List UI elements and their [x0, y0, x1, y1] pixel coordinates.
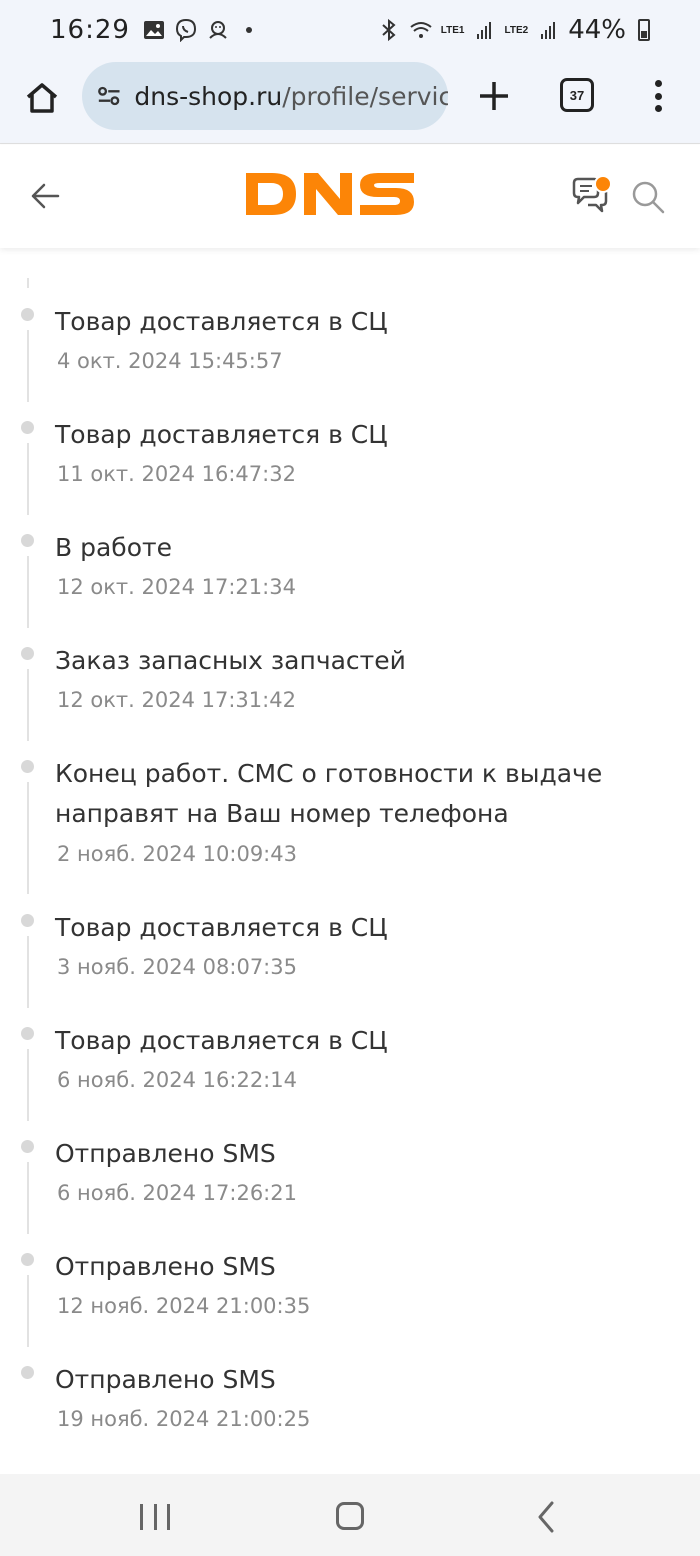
search-icon[interactable] [630, 179, 666, 215]
timeline-dot [21, 421, 34, 434]
more-menu-icon[interactable] [648, 74, 668, 118]
new-tab-icon[interactable] [474, 76, 514, 116]
timeline-dot [21, 308, 34, 321]
back-arrow-icon[interactable] [28, 179, 62, 213]
timeline-dot [21, 534, 34, 547]
timeline-dot [21, 914, 34, 927]
status-title: Товар доставляется в СЦ [55, 913, 388, 942]
status-date: 12 нояб. 2024 21:00:35 [57, 1294, 311, 1318]
dns-logo[interactable] [244, 171, 416, 217]
url-bar[interactable]: dns-shop.ru/profile/service [82, 62, 448, 130]
status-date: 19 нояб. 2024 21:00:25 [57, 1407, 311, 1431]
timeline-dot [21, 1253, 34, 1266]
timeline-line [27, 936, 29, 1008]
status-date: 6 нояб. 2024 17:26:21 [57, 1181, 297, 1205]
timeline-dot [21, 647, 34, 660]
status-date: 12 окт. 2024 17:21:34 [57, 575, 296, 599]
recents-icon[interactable] [140, 1504, 170, 1530]
timeline-line [27, 1275, 29, 1347]
status-title: Отправлено SMS [55, 1139, 276, 1168]
system-navigation-bar [0, 1474, 700, 1556]
status-title: В работе [55, 533, 172, 562]
status-bar: 16:29 LTE1 LTE2 44% [0, 0, 700, 60]
status-title: Отправлено SMS [55, 1365, 276, 1394]
home-nav-icon[interactable] [336, 1502, 364, 1530]
home-icon[interactable] [22, 78, 62, 118]
gallery-icon [142, 18, 166, 42]
status-title: Товар доставляется в СЦ [55, 307, 388, 336]
timeline-line [27, 1049, 29, 1121]
site-settings-icon[interactable] [96, 82, 122, 110]
viber-icon [174, 18, 198, 42]
tabs-button[interactable]: 37 [560, 78, 594, 112]
timeline-line [27, 330, 29, 402]
status-title: Товар доставляется в СЦ [55, 1026, 388, 1055]
timeline-line [27, 669, 29, 741]
network-label-2: LTE2 [504, 24, 529, 36]
status-title: Товар доставляется в СЦ [55, 420, 388, 449]
status-title: Отправлено SMS [55, 1252, 276, 1281]
url-domain: dns-shop.ru [134, 81, 283, 111]
status-date: 4 окт. 2024 15:45:57 [57, 349, 283, 373]
battery-percent: 44% [568, 15, 626, 45]
status-title: Конец работ. СМС о готовности к выдаче н… [55, 759, 603, 828]
bluetooth-icon [377, 18, 401, 42]
service-status-timeline: Товар доставляется в СЦ 4 окт. 2024 15:4… [0, 248, 700, 1474]
notification-icons [142, 18, 252, 42]
status-title: Заказ запасных запчастей [55, 646, 406, 675]
url-path: /profile/service [282, 81, 448, 111]
status-date: 2 нояб. 2024 10:09:43 [57, 842, 297, 866]
timeline-dot [21, 1366, 34, 1379]
timeline-dot [21, 1027, 34, 1040]
app-icon [206, 18, 230, 42]
timeline-line [27, 1162, 29, 1234]
site-header [0, 145, 700, 248]
timeline-line [27, 782, 29, 894]
url-text: dns-shop.ru/profile/service [134, 82, 448, 111]
chat-notification-badge [594, 175, 612, 193]
battery-icon [638, 19, 650, 41]
timeline-dot [21, 1140, 34, 1153]
status-date: 11 окт. 2024 16:47:32 [57, 462, 296, 486]
status-date: 3 нояб. 2024 08:07:35 [57, 955, 297, 979]
back-nav-icon[interactable] [536, 1500, 556, 1534]
network-label-1: LTE1 [440, 24, 465, 36]
wifi-icon [409, 18, 433, 42]
timeline-line [27, 278, 29, 288]
browser-toolbar: dns-shop.ru/profile/service 37 [0, 60, 700, 144]
system-icons: LTE1 LTE2 44% [377, 15, 650, 45]
signal-icon-1 [472, 18, 496, 42]
signal-icon-2 [536, 18, 560, 42]
status-date: 12 окт. 2024 17:31:42 [57, 688, 296, 712]
timeline-dot [21, 760, 34, 773]
status-time: 16:29 [50, 15, 130, 45]
status-date: 6 нояб. 2024 16:22:14 [57, 1068, 297, 1092]
timeline-line [27, 443, 29, 515]
more-notifications-dot [245, 27, 252, 33]
timeline-line [27, 556, 29, 628]
